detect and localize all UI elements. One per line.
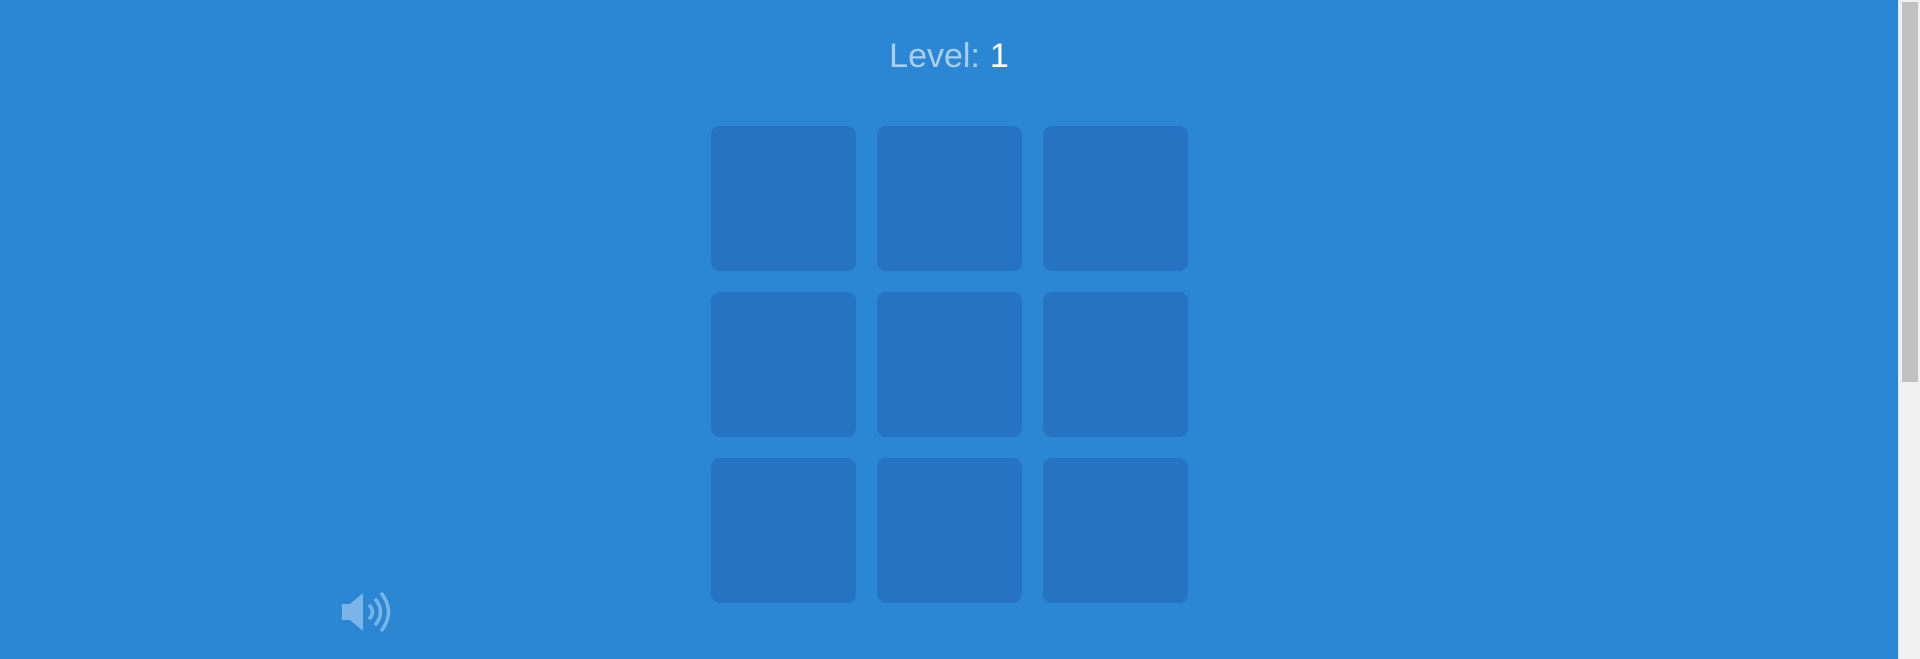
board-tile-r3c2[interactable] xyxy=(877,458,1022,603)
board-tile-r1c2[interactable] xyxy=(877,126,1022,271)
speaker-volume-icon xyxy=(342,592,391,632)
board-tile-r3c1[interactable] xyxy=(711,458,856,603)
board-tile-r2c2[interactable] xyxy=(877,292,1022,437)
board-tile-r2c3[interactable] xyxy=(1043,292,1188,437)
sound-toggle-button[interactable] xyxy=(339,588,395,636)
game-screen: Level: 1 xyxy=(0,0,1920,659)
level-label: Level: xyxy=(889,37,980,75)
board-tile-r2c1[interactable] xyxy=(711,292,856,437)
game-board xyxy=(711,126,1188,603)
scrollbar-thumb[interactable] xyxy=(1902,2,1918,382)
board-tile-r1c1[interactable] xyxy=(711,126,856,271)
level-value: 1 xyxy=(989,37,1009,75)
board-tile-r1c3[interactable] xyxy=(1043,126,1188,271)
board-tile-r3c3[interactable] xyxy=(1043,458,1188,603)
level-display: Level: 1 xyxy=(0,36,1898,76)
vertical-scrollbar[interactable] xyxy=(1898,0,1920,659)
